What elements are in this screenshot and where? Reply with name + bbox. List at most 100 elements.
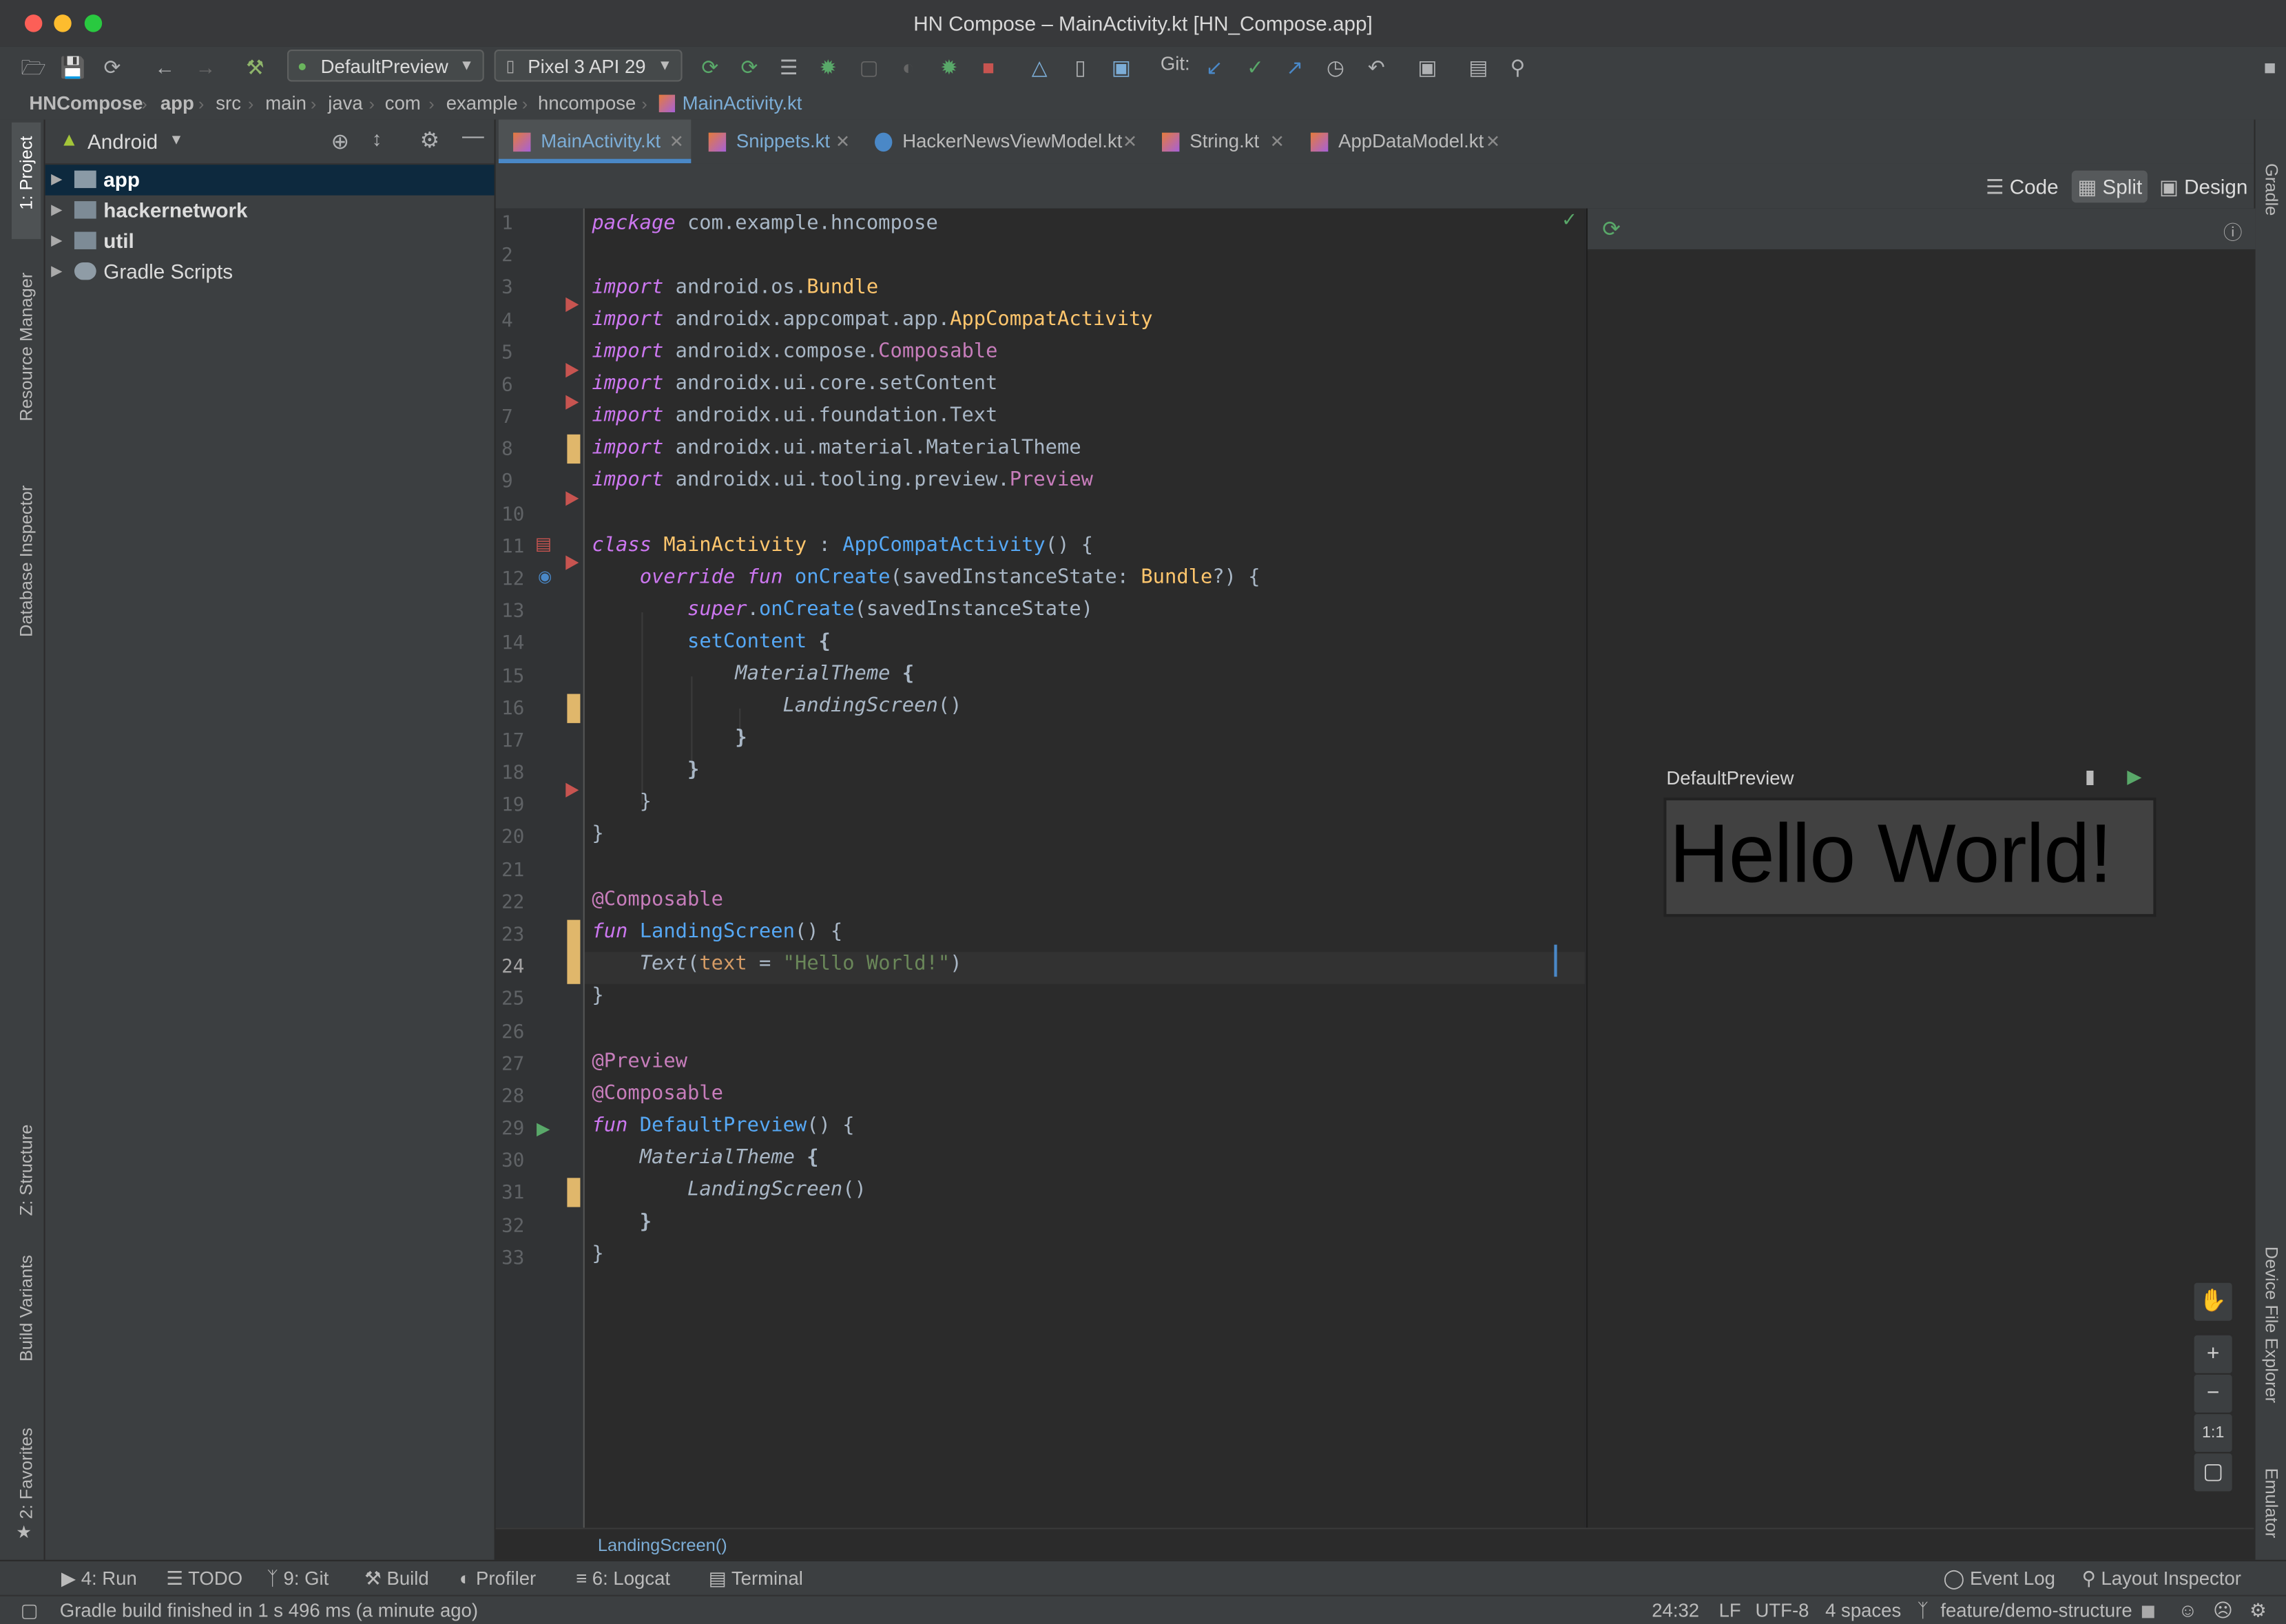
rollback-icon[interactable]: ↶ bbox=[1363, 54, 1389, 80]
zoom-in-button[interactable]: + bbox=[2192, 1333, 2234, 1375]
layout-inspector-button[interactable]: ⚲ Layout Inspector bbox=[2082, 1561, 2241, 1596]
status-message[interactable]: Gradle build finished in 1 s 496 ms (a m… bbox=[60, 1596, 478, 1624]
tab-snippets[interactable]: Snippets.kt ✕ bbox=[694, 120, 858, 164]
open-folder-icon[interactable]: 🗁 bbox=[21, 54, 47, 80]
expand-arrow-icon[interactable]: ▶ bbox=[51, 196, 62, 226]
breadcrumb-file[interactable]: MainActivity.kt bbox=[683, 87, 802, 120]
event-log-button[interactable]: ◯ Event Log bbox=[1944, 1561, 2055, 1596]
tab-hackernewsviewmodel[interactable]: HackerNewsViewModel.kt ✕ bbox=[860, 120, 1145, 164]
preview-inspect-icon[interactable]: ▮ bbox=[2085, 765, 2095, 789]
git-push-icon[interactable]: ↗ bbox=[1282, 54, 1308, 80]
terminal-tool-button[interactable]: ▤ Terminal bbox=[709, 1561, 803, 1596]
preview-deploy-icon[interactable]: ▶ bbox=[2127, 765, 2141, 789]
git-commit-icon[interactable]: ✓ bbox=[1242, 54, 1268, 80]
gear-icon[interactable]: ⚙ bbox=[420, 127, 439, 153]
pan-hand-button[interactable]: ✋ bbox=[2192, 1281, 2234, 1322]
gradle-sync-icon[interactable]: △ bbox=[1026, 54, 1052, 80]
expand-arrow-icon[interactable]: ▶ bbox=[51, 226, 62, 256]
project-structure-icon[interactable]: ▣ bbox=[1414, 54, 1440, 80]
breadcrumb-com[interactable]: com bbox=[385, 87, 421, 120]
split-mode-button[interactable]: ▦ Split bbox=[2071, 170, 2148, 203]
sdk-manager-icon[interactable]: ▣ bbox=[1108, 54, 1134, 80]
close-tab-icon[interactable]: ✕ bbox=[1123, 120, 1137, 164]
tree-item-gradle-scripts[interactable]: ▶ Gradle Scripts bbox=[45, 257, 495, 287]
logcat-tool-button[interactable]: ≡ 6: Logcat bbox=[576, 1561, 670, 1596]
breadcrumb-app[interactable]: app bbox=[160, 87, 194, 120]
apply-code-changes-icon[interactable]: ⟳ bbox=[736, 54, 762, 80]
close-tab-icon[interactable]: ✕ bbox=[669, 120, 684, 164]
project-view-select[interactable]: Android bbox=[87, 129, 158, 153]
profiler-tool-button[interactable]: ◐ Profiler bbox=[459, 1561, 536, 1596]
chevron-down-icon[interactable]: ▼ bbox=[169, 133, 184, 149]
close-tab-icon[interactable]: ✕ bbox=[1486, 120, 1500, 164]
file-encoding[interactable]: UTF-8 bbox=[1756, 1596, 1809, 1624]
code-breadcrumb-item[interactable]: LandingScreen() bbox=[598, 1529, 727, 1561]
run-config-select[interactable]: ● DefaultPreview ▼ bbox=[287, 49, 484, 82]
smiley-happy-icon[interactable]: ☺ bbox=[2178, 1596, 2197, 1624]
save-icon[interactable]: 💾 bbox=[60, 54, 86, 80]
line-separator[interactable]: LF bbox=[1719, 1596, 1741, 1624]
expand-arrow-icon[interactable]: ▶ bbox=[51, 257, 62, 287]
code-editor[interactable]: 1 2 3 4 5 6 7 8 9 10 11 12 13 14 15 16 17 18 19 20 21 22 23 24 2… bbox=[495, 208, 1585, 1528]
android-activity-icon[interactable]: ▤ bbox=[535, 534, 552, 554]
build-tool-button[interactable]: ⚒ Build bbox=[364, 1561, 429, 1596]
locate-icon[interactable]: ⊕ bbox=[331, 128, 349, 154]
expand-arrow-icon[interactable]: ▶ bbox=[51, 165, 62, 195]
stop-icon[interactable]: ■ bbox=[975, 54, 1001, 80]
lock-icon[interactable]: ◼ bbox=[2140, 1596, 2156, 1624]
collapse-all-icon[interactable]: ↕ bbox=[372, 127, 382, 150]
breadcrumb-project[interactable]: HNCompose bbox=[29, 87, 143, 120]
refresh-preview-icon[interactable]: ⟳ bbox=[1602, 216, 1621, 242]
run-preview-icon[interactable]: ▶ bbox=[537, 1118, 550, 1139]
back-icon[interactable]: ← bbox=[152, 54, 178, 80]
resource-manager-tab[interactable]: Resource Manager bbox=[16, 273, 37, 421]
close-tab-icon[interactable]: ✕ bbox=[1270, 120, 1285, 164]
apply-changes-icon[interactable]: ⟳ bbox=[697, 54, 723, 80]
tab-appdatamodel[interactable]: AppDataModel.kt ✕ bbox=[1296, 120, 1515, 164]
caret-position[interactable]: 24:32 bbox=[1652, 1596, 1699, 1624]
emulator-tab[interactable]: Emulator bbox=[2261, 1468, 2282, 1539]
zoom-reset-button[interactable]: 1:1 bbox=[2192, 1413, 2234, 1454]
indent-setting[interactable]: 4 spaces bbox=[1825, 1596, 1901, 1624]
tree-item-app[interactable]: ▶ app bbox=[45, 165, 495, 196]
avd-manager-icon[interactable]: ▯ bbox=[1067, 54, 1093, 80]
git-tool-button[interactable]: ᛉ 9: Git bbox=[267, 1561, 329, 1596]
run-tool-button[interactable]: ▶ 4: Run bbox=[61, 1561, 137, 1596]
structure-tab[interactable]: Z: Structure bbox=[16, 1125, 37, 1216]
terminal-icon[interactable]: ▤ bbox=[1465, 54, 1491, 80]
preview-warning-icon[interactable]: ⓘ bbox=[2223, 217, 2243, 244]
code-mode-button[interactable]: ☰ Code bbox=[1986, 171, 2064, 203]
zoom-out-button[interactable]: − bbox=[2192, 1373, 2234, 1415]
preview-canvas[interactable]: Hello World! bbox=[1663, 797, 2157, 917]
breadcrumb-hncompose[interactable]: hncompose bbox=[538, 87, 636, 120]
tab-string[interactable]: String.kt ✕ bbox=[1147, 120, 1293, 164]
debug-attach-icon[interactable]: ✹ bbox=[936, 54, 962, 80]
breadcrumb-example[interactable]: example bbox=[446, 87, 518, 120]
close-tab-icon[interactable]: ✕ bbox=[835, 120, 850, 164]
zoom-fit-button[interactable]: ▢ bbox=[2192, 1452, 2234, 1493]
search-icon[interactable]: ⚲ bbox=[1504, 54, 1530, 80]
project-tool-tab[interactable]: 1: Project bbox=[16, 136, 37, 209]
minimize-panel-icon[interactable]: — bbox=[462, 124, 484, 149]
history-icon[interactable]: ◷ bbox=[1322, 54, 1349, 80]
tree-item-hackernetwork[interactable]: ▶ hackernetwork bbox=[45, 196, 495, 226]
breadcrumb-src[interactable]: src bbox=[216, 87, 241, 120]
build-hammer-icon[interactable]: ⚒ bbox=[242, 54, 268, 80]
smiley-sad-icon[interactable]: ☹ bbox=[2213, 1596, 2233, 1624]
device-file-explorer-tab[interactable]: Device File Explorer bbox=[2261, 1247, 2282, 1403]
toggle-tool-windows-icon[interactable]: ▢ bbox=[21, 1596, 39, 1624]
tab-mainactivity[interactable]: MainActivity.kt ✕ bbox=[498, 119, 692, 164]
database-inspector-tab[interactable]: Database Inspector bbox=[16, 486, 37, 637]
todo-tool-button[interactable]: ☰ TODO bbox=[166, 1561, 242, 1596]
breadcrumb-java[interactable]: java bbox=[328, 87, 363, 120]
favorites-tab[interactable]: 2: Favorites bbox=[16, 1428, 37, 1519]
build-variants-tab[interactable]: Build Variants bbox=[16, 1255, 37, 1362]
coverage-icon[interactable]: ☰ bbox=[776, 54, 802, 80]
breadcrumb-main[interactable]: main bbox=[265, 87, 306, 120]
attach-debugger-icon[interactable]: ◐ bbox=[895, 54, 922, 80]
sync-icon[interactable]: ⟳ bbox=[99, 54, 125, 80]
gradle-tab[interactable]: Gradle bbox=[2261, 163, 2282, 216]
design-mode-button[interactable]: ▣ Design bbox=[2159, 171, 2249, 203]
git-update-icon[interactable]: ↙ bbox=[1201, 54, 1227, 80]
memory-indicator-icon[interactable]: ⚙ bbox=[2249, 1596, 2267, 1624]
